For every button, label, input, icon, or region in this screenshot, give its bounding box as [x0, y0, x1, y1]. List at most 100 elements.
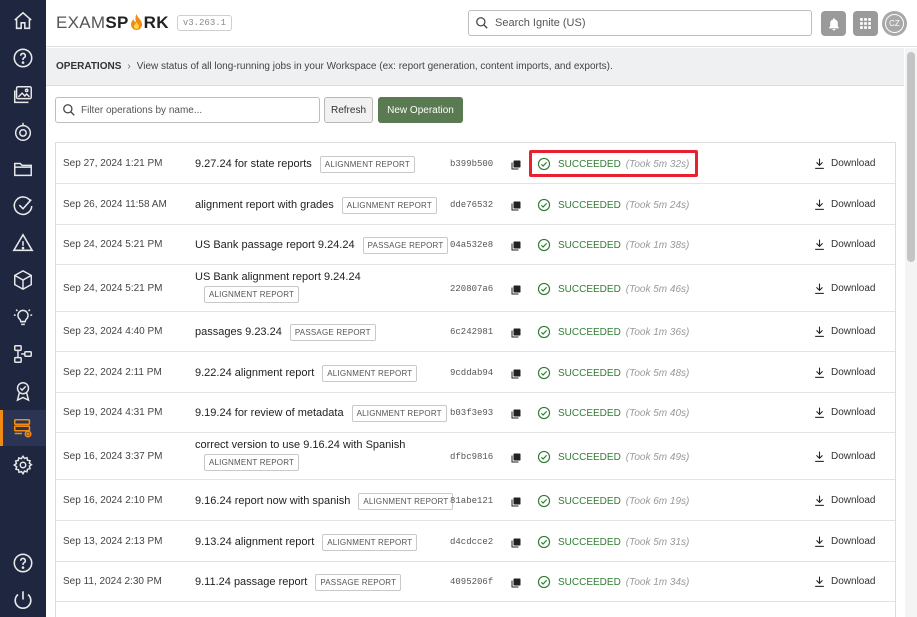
sidebar-item-home[interactable] [0, 3, 46, 39]
download-button[interactable]: Download [813, 325, 875, 338]
copy-id-button[interactable] [510, 159, 522, 174]
copy-id-button[interactable] [510, 408, 522, 423]
sidebar-item-target[interactable] [0, 114, 46, 150]
download-button[interactable]: Download [813, 157, 875, 170]
download-icon [815, 199, 824, 210]
table-row: Sep 16, 2024 3:37 PM correct version to u… [56, 433, 895, 480]
download-icon [815, 283, 824, 294]
duration-text: (Took 5m 31s) [625, 536, 690, 548]
table-row [56, 602, 895, 617]
apps-button[interactable] [853, 11, 878, 36]
filter-operations[interactable] [55, 97, 320, 123]
search-icon [63, 104, 75, 116]
operation-type-tag: ALIGNMENT REPORT [322, 364, 418, 382]
operation-name: 9.13.24 alignment report [195, 536, 315, 548]
operations-table: Sep 27, 2024 1:21 PM 9.27.24 for state re… [55, 142, 896, 617]
copy-id-button[interactable] [510, 368, 522, 383]
download-button[interactable]: Download [813, 575, 875, 588]
duration-text: (Took 5m 46s) [625, 283, 690, 295]
operation-type-tag: PASSAGE REPORT [289, 323, 376, 341]
copy-id-button[interactable] [510, 496, 522, 511]
cube-icon [14, 269, 32, 291]
table-row: Sep 13, 2024 2:13 PM 9.13.24 alignment re… [56, 521, 895, 562]
sidebar-item-badges[interactable] [0, 373, 46, 409]
download-button[interactable]: Download [813, 494, 875, 507]
breadcrumb: OPERATIONS › View status of all long-run… [46, 48, 904, 86]
sidebar-item-ideas[interactable] [0, 299, 46, 335]
sidebar-item-logout[interactable] [0, 582, 46, 617]
sidebar-item-hierarchy[interactable] [0, 336, 46, 372]
breadcrumb-operations[interactable]: OPERATIONS [56, 61, 121, 72]
operation-date: Sep 24, 2024 5:21 PM [63, 283, 163, 294]
download-button[interactable]: Download [813, 450, 875, 463]
top-bar: EXAMSPRK v3.263.1 CZ [46, 0, 917, 47]
sidebar-item-operations[interactable] [0, 410, 46, 446]
operation-type-tag: ALIGNMENT REPORT [351, 404, 447, 422]
operation-type-tag: ALIGNMENT REPORT [319, 155, 415, 173]
table-row: Sep 23, 2024 4:40 PM passages 9.23.24 PASS… [56, 312, 895, 352]
status-text: SUCCEEDED [558, 239, 621, 251]
status-badge: SUCCEEDED (Took 5m 49s) [537, 450, 689, 464]
download-button[interactable]: Download [813, 535, 875, 548]
status-text: SUCCEEDED [558, 326, 621, 338]
copy-id-button[interactable] [510, 284, 522, 299]
notifications-button[interactable] [821, 11, 846, 36]
copy-id-button[interactable] [510, 200, 522, 215]
search-icon [476, 17, 488, 29]
operations-icon [13, 418, 32, 438]
sidebar-item-folders[interactable] [0, 151, 46, 187]
global-search-input[interactable] [495, 17, 795, 29]
operation-date: Sep 13, 2024 2:13 PM [63, 536, 163, 547]
download-button[interactable]: Download [813, 406, 875, 419]
download-icon [815, 495, 824, 506]
operation-date: Sep 16, 2024 3:37 PM [63, 451, 163, 462]
table-row: Sep 24, 2024 5:21 PM US Bank passage repo… [56, 225, 895, 265]
copy-icon [511, 160, 521, 170]
copy-id-button[interactable] [510, 452, 522, 467]
operation-name: US Bank alignment report 9.24.24 [195, 271, 361, 283]
copy-icon [511, 578, 521, 588]
copy-icon [511, 538, 521, 548]
table-row: Sep 24, 2024 5:21 PM US Bank alignment re… [56, 265, 895, 312]
operation-name: 9.16.24 report now with spanish [195, 495, 351, 507]
operation-date: Sep 22, 2024 2:11 PM [63, 367, 162, 378]
sidebar-item-warnings[interactable] [0, 225, 46, 261]
sidebar-item-help[interactable] [0, 40, 46, 76]
sidebar-item-cube[interactable] [0, 262, 46, 298]
download-icon [815, 576, 824, 587]
copy-id-button[interactable] [510, 537, 522, 552]
global-search[interactable] [468, 10, 812, 36]
scrollbar-thumb[interactable] [907, 52, 915, 262]
operation-id: 81abe121 [450, 496, 494, 506]
operation-type-tag: PASSAGE REPORT [315, 573, 402, 591]
operation-id: 6c242981 [450, 327, 494, 337]
new-operation-button[interactable]: New Operation [378, 97, 463, 123]
status-badge: SUCCEEDED (Took 5m 24s) [537, 198, 689, 212]
sidebar-item-help-bottom[interactable] [0, 545, 46, 581]
copy-icon [511, 201, 521, 211]
duration-text: (Took 5m 48s) [625, 367, 690, 379]
copy-id-button[interactable] [510, 240, 522, 255]
download-button[interactable]: Download [813, 366, 875, 379]
sidebar-item-images[interactable] [0, 77, 46, 113]
download-button[interactable]: Download [813, 282, 875, 295]
download-label: Download [831, 495, 876, 506]
copy-icon [511, 453, 521, 463]
operation-id: 220807a6 [450, 284, 494, 294]
operation-type-tag: ALIGNMENT REPORT [341, 196, 437, 214]
user-avatar[interactable]: CZ [882, 11, 907, 36]
refresh-button[interactable]: Refresh [324, 97, 373, 123]
copy-id-button[interactable] [510, 327, 522, 342]
filter-operations-input[interactable] [81, 104, 311, 116]
duration-text: (Took 1m 38s) [625, 239, 690, 251]
sidebar-item-checks[interactable] [0, 188, 46, 224]
app-logo[interactable]: EXAMSP RK v3.263.1 [56, 12, 233, 34]
operation-date: Sep 26, 2024 11:58 AM [63, 199, 167, 210]
folder-icon [14, 162, 32, 177]
download-button[interactable]: Download [813, 198, 875, 211]
download-button[interactable]: Download [813, 238, 875, 251]
success-check-icon [537, 406, 551, 420]
copy-id-button[interactable] [510, 577, 522, 592]
status-text: SUCCEEDED [558, 407, 621, 419]
sidebar-item-settings[interactable] [0, 447, 46, 483]
